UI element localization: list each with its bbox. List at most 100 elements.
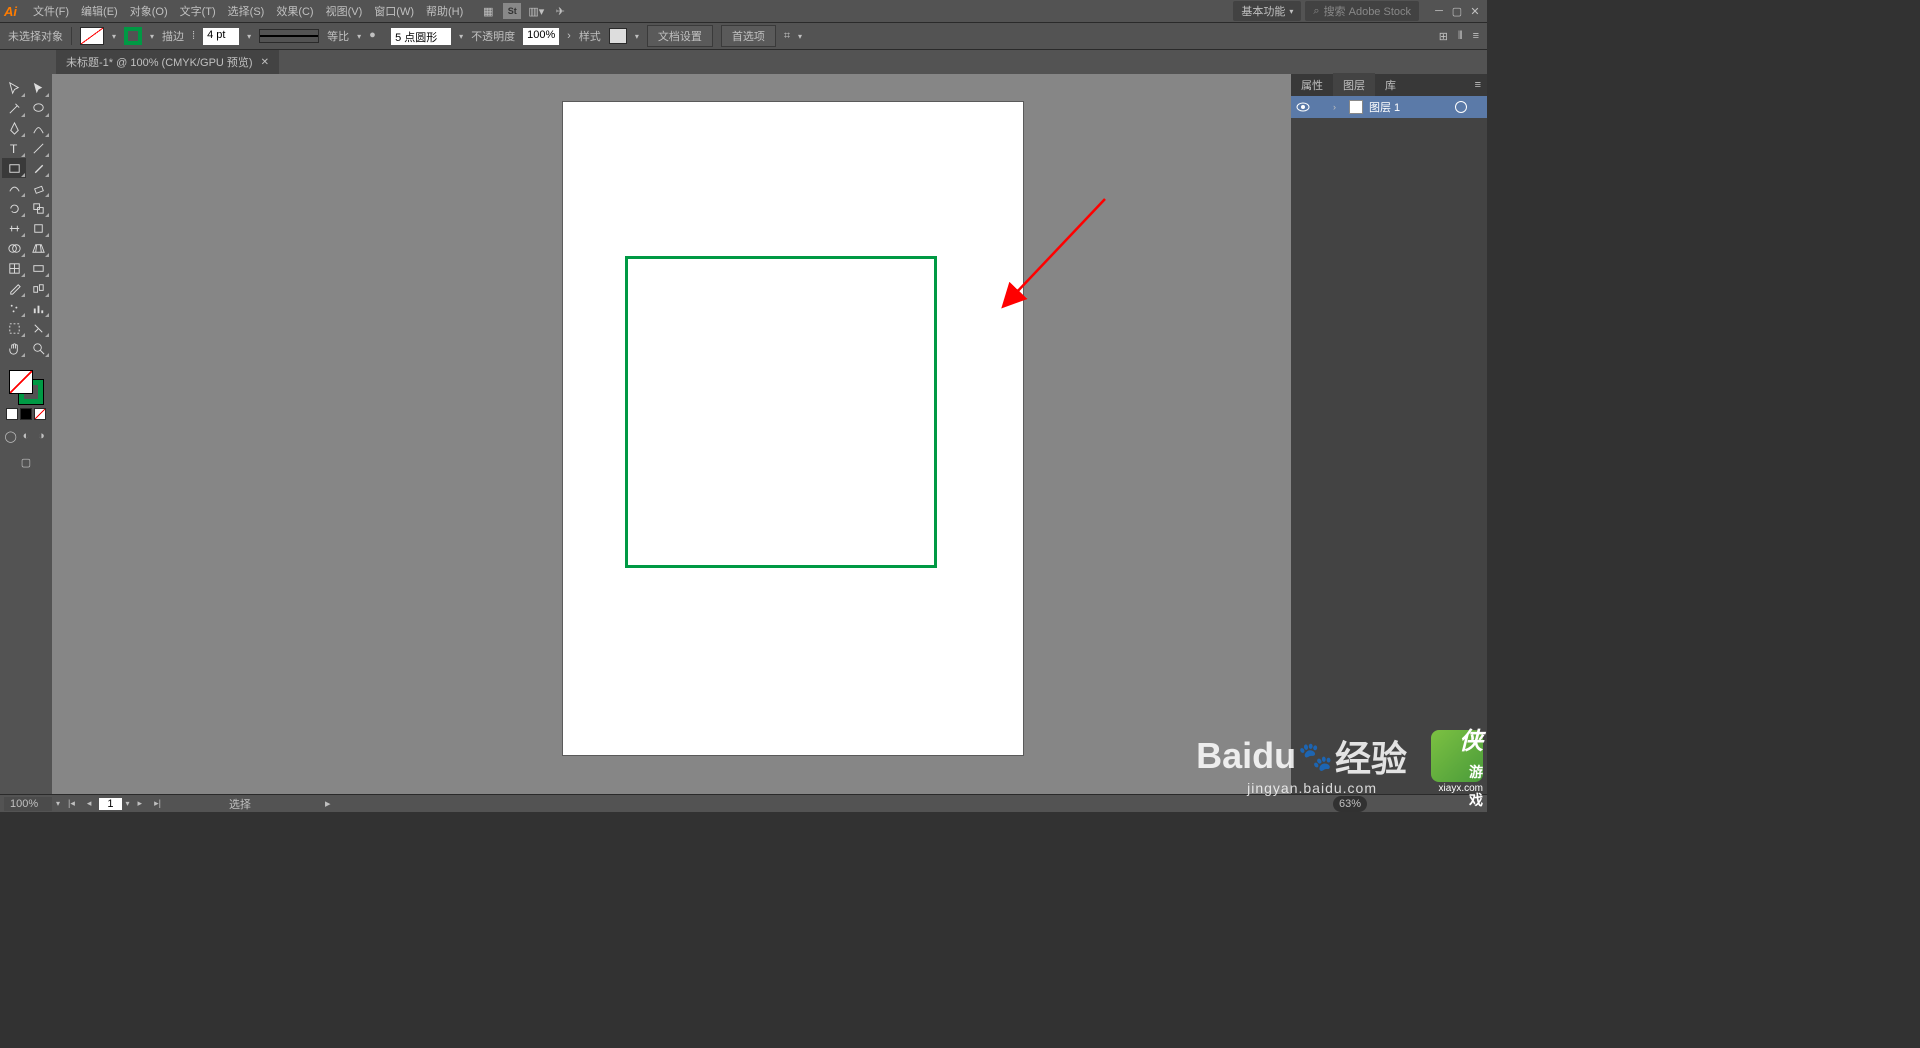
stroke-swatch[interactable]: [124, 27, 142, 45]
align-icon[interactable]: ⊞: [1439, 30, 1448, 43]
hand-tool[interactable]: [2, 338, 26, 358]
arrange-icon[interactable]: ▥▾: [527, 3, 545, 19]
first-artboard-button[interactable]: |◂: [64, 798, 79, 809]
color-mode-gradient[interactable]: [20, 408, 32, 420]
menu-type[interactable]: 文字(T): [174, 3, 222, 19]
maximize-button[interactable]: ▢: [1449, 4, 1465, 18]
stroke-profile[interactable]: [259, 29, 319, 43]
shape-builder-tool[interactable]: [2, 238, 26, 258]
close-tab-icon[interactable]: ✕: [261, 57, 269, 68]
next-artboard-button[interactable]: ▸: [134, 798, 147, 809]
panel-menu-icon[interactable]: ≡: [1473, 30, 1479, 42]
chevron-down-icon[interactable]: ▾: [635, 32, 639, 41]
pen-tool[interactable]: [2, 118, 26, 138]
magic-wand-tool[interactable]: [2, 98, 26, 118]
panel-menu-icon[interactable]: ≡: [1469, 79, 1487, 91]
direct-selection-tool[interactable]: [26, 78, 50, 98]
shaper-tool[interactable]: [2, 178, 26, 198]
column-graph-tool[interactable]: [26, 298, 50, 318]
menu-window[interactable]: 窗口(W): [368, 3, 420, 19]
style-swatch[interactable]: [609, 28, 627, 44]
lasso-tool[interactable]: [26, 98, 50, 118]
eyedropper-tool[interactable]: [2, 278, 26, 298]
opacity-flyout-icon[interactable]: ›: [567, 30, 571, 42]
document-tab[interactable]: 未标题-1* @ 100% (CMYK/GPU 预览) ✕: [56, 50, 279, 74]
panel-tab-layers[interactable]: 图层: [1333, 73, 1375, 97]
eraser-tool[interactable]: [26, 178, 50, 198]
artboard-number-input[interactable]: 1: [99, 798, 121, 810]
menu-object[interactable]: 对象(O): [124, 3, 174, 19]
free-transform-tool[interactable]: [26, 218, 50, 238]
last-artboard-button[interactable]: ▸|: [150, 798, 165, 809]
menu-view[interactable]: 视图(V): [320, 3, 369, 19]
opacity-input[interactable]: 100%: [523, 28, 559, 45]
close-button[interactable]: ✕: [1467, 4, 1483, 18]
stroke-weight-input[interactable]: 4 pt: [203, 28, 239, 45]
symbol-sprayer-tool[interactable]: [2, 298, 26, 318]
search-stock[interactable]: ⌕ 搜索 Adobe Stock: [1305, 1, 1419, 21]
scale-tool[interactable]: [26, 198, 50, 218]
panel-tab-properties[interactable]: 属性: [1291, 73, 1333, 97]
color-mode-none[interactable]: [34, 408, 46, 420]
chevron-down-icon[interactable]: ▾: [150, 32, 154, 41]
menu-file[interactable]: 文件(F): [27, 3, 75, 19]
paintbrush-tool[interactable]: [26, 158, 50, 178]
slice-tool[interactable]: [26, 318, 50, 338]
menubar-icons: ▦ St ▥▾ ✈: [479, 3, 569, 19]
document-setup-button[interactable]: 文档设置: [647, 25, 713, 47]
screen-mode-icon[interactable]: ▢: [14, 452, 38, 472]
color-mode-solid[interactable]: [6, 408, 18, 420]
width-tool[interactable]: [2, 218, 26, 238]
gradient-tool[interactable]: [26, 258, 50, 278]
menu-help[interactable]: 帮助(H): [420, 3, 469, 19]
scale-badge: 63%: [1333, 796, 1367, 812]
fill-swatch[interactable]: [80, 27, 104, 45]
chevron-down-icon[interactable]: ▾: [798, 32, 802, 41]
stock-icon[interactable]: St: [503, 3, 521, 19]
type-tool[interactable]: T: [2, 138, 26, 158]
visibility-toggle-icon[interactable]: [1295, 99, 1311, 115]
brush-preview[interactable]: ●: [369, 29, 383, 43]
prev-artboard-button[interactable]: ◂: [83, 798, 96, 809]
chevron-down-icon[interactable]: ▾: [247, 32, 251, 41]
layer-name[interactable]: 图层 1: [1369, 99, 1449, 115]
zoom-tool[interactable]: [26, 338, 50, 358]
bridge-icon[interactable]: ▦: [479, 3, 497, 19]
menu-effect[interactable]: 效果(C): [270, 3, 319, 19]
canvas-area[interactable]: [52, 74, 1291, 794]
transform-icon[interactable]: ⌗: [784, 30, 790, 43]
rectangle-tool[interactable]: [2, 158, 26, 178]
menu-edit[interactable]: 编辑(E): [75, 3, 124, 19]
layer-expand-icon[interactable]: ›: [1333, 102, 1343, 112]
chevron-down-icon[interactable]: ▾: [112, 32, 116, 41]
blend-tool[interactable]: [26, 278, 50, 298]
chevron-down-icon[interactable]: ▾: [126, 799, 130, 808]
chevron-down-icon[interactable]: ▾: [357, 32, 361, 41]
layer-row[interactable]: › 图层 1: [1291, 96, 1487, 118]
zoom-level-input[interactable]: 100%: [4, 797, 52, 811]
artboard-tool[interactable]: [2, 318, 26, 338]
menu-select[interactable]: 选择(S): [222, 3, 271, 19]
perspective-grid-tool[interactable]: [26, 238, 50, 258]
curvature-tool[interactable]: [26, 118, 50, 138]
preferences-button[interactable]: 首选项: [721, 25, 776, 47]
snap-icon[interactable]: ⫴: [1458, 30, 1463, 43]
panel-tab-libraries[interactable]: 库: [1375, 73, 1406, 97]
selection-tool[interactable]: [2, 78, 26, 98]
fill-color-swatch[interactable]: [9, 370, 33, 394]
mesh-tool[interactable]: [2, 258, 26, 278]
chevron-down-icon[interactable]: ▾: [459, 32, 463, 41]
rotate-tool[interactable]: [2, 198, 26, 218]
status-flyout-icon[interactable]: ▸: [325, 797, 331, 810]
draw-inside-icon[interactable]: ◑: [35, 426, 48, 446]
layer-target-icon[interactable]: [1455, 101, 1467, 113]
line-tool[interactable]: [26, 138, 50, 158]
brush-definition-input[interactable]: 5 点圆形: [391, 28, 451, 45]
gpu-icon[interactable]: ✈: [551, 3, 569, 19]
stroke-weight-link-icon[interactable]: ⁞: [192, 30, 195, 42]
workspace-switcher[interactable]: 基本功能 ▾: [1233, 1, 1301, 21]
draw-normal-icon[interactable]: ◯: [4, 426, 17, 446]
draw-behind-icon[interactable]: ◐: [19, 426, 32, 446]
chevron-down-icon[interactable]: ▾: [56, 799, 60, 808]
minimize-button[interactable]: ─: [1431, 4, 1447, 18]
